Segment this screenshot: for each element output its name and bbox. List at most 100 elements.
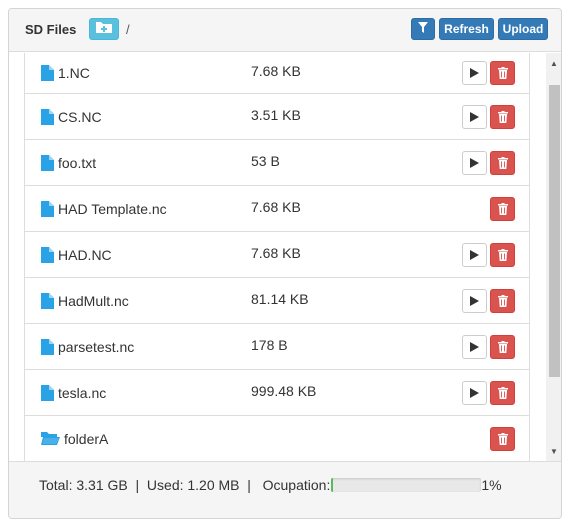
print-file-button[interactable]: [462, 61, 487, 85]
file-size: 999.48 KB: [251, 382, 317, 399]
filter-button[interactable]: [411, 18, 435, 40]
trash-icon: [497, 432, 508, 445]
occupation-label: Ocupation:: [262, 477, 331, 493]
delete-button[interactable]: [490, 104, 515, 129]
file-row[interactable]: tesla.nc 999.48 KB: [25, 370, 529, 416]
storage-info: Total: 3.31 GB | Used: 1.20 MB | Ocupati…: [39, 477, 502, 493]
file-icon: [41, 246, 54, 263]
file-size: 53 B: [251, 152, 280, 169]
file-size: 7.68 KB: [251, 244, 301, 261]
play-icon: [470, 295, 479, 306]
file-icon: [41, 338, 54, 355]
file-name: 1.NC: [41, 65, 90, 81]
play-icon: [470, 111, 479, 122]
trash-icon: [497, 156, 508, 169]
file-icon: [41, 200, 54, 217]
file-icon: [41, 292, 54, 309]
trash-icon: [497, 67, 508, 79]
occupation-progress-bar: [331, 478, 482, 492]
file-name: HAD.NC: [41, 246, 112, 263]
file-row[interactable]: parsetest.nc 178 B: [25, 324, 529, 370]
file-size: 7.68 KB: [251, 198, 301, 215]
file-name: parsetest.nc: [41, 338, 135, 355]
occupation-progress-fill: [331, 478, 334, 492]
upload-button[interactable]: Upload: [498, 18, 548, 40]
file-row[interactable]: HAD.NC 7.68 KB: [25, 232, 529, 278]
filter-icon: [418, 22, 428, 36]
print-file-button[interactable]: [462, 334, 487, 359]
used-storage: Used: 1.20 MB: [146, 477, 240, 493]
file-row[interactable]: HAD Template.nc 7.68 KB: [25, 186, 529, 232]
delete-button[interactable]: [490, 242, 515, 267]
file-name-label: folderA: [64, 430, 109, 447]
file-row[interactable]: 1.NC 7.68 KB: [25, 53, 529, 94]
sd-files-panel: SD Files / Refresh Upload 1.NC 7.68 KB CS.…: [8, 8, 562, 519]
print-file-button[interactable]: [462, 380, 487, 405]
trash-icon: [497, 110, 508, 123]
print-file-button[interactable]: [462, 104, 487, 129]
file-name: HadMult.nc: [41, 292, 129, 309]
file-list: 1.NC 7.68 KB CS.NC 3.51 KB foo.txt 53 B HAD Te…: [24, 53, 530, 461]
file-name-label: foo.txt: [58, 154, 97, 171]
current-path: /: [126, 22, 130, 37]
delete-button[interactable]: [490, 380, 515, 405]
separator: |: [239, 477, 263, 493]
new-folder-button[interactable]: [89, 18, 119, 40]
refresh-button[interactable]: Refresh: [439, 18, 494, 40]
folder-plus-icon: [95, 20, 113, 39]
total-storage: Total: 3.31 GB: [39, 477, 128, 493]
file-name-label: parsetest.nc: [58, 338, 135, 355]
scroll-down-arrow-icon[interactable]: ▼: [546, 443, 561, 459]
delete-button[interactable]: [490, 426, 515, 451]
file-name: tesla.nc: [41, 384, 107, 401]
folder-icon: [41, 431, 60, 446]
file-size: 7.68 KB: [251, 62, 301, 79]
file-row[interactable]: foo.txt 53 B: [25, 140, 529, 186]
trash-icon: [497, 386, 508, 399]
folder-row[interactable]: folderA: [25, 416, 529, 461]
file-icon: [41, 108, 54, 125]
file-row[interactable]: CS.NC 3.51 KB: [25, 94, 529, 140]
panel-footer: Total: 3.31 GB | Used: 1.20 MB | Ocupati…: [9, 461, 561, 518]
scrollbar[interactable]: ▲ ▼: [546, 53, 561, 461]
folder-link[interactable]: folderA: [41, 431, 108, 447]
scroll-up-arrow-icon[interactable]: ▲: [546, 55, 561, 71]
separator: |: [127, 477, 147, 493]
file-icon: [41, 154, 54, 171]
file-name: CS.NC: [41, 108, 102, 125]
panel-title: SD Files: [25, 22, 77, 37]
play-icon: [470, 68, 479, 78]
trash-icon: [497, 340, 508, 353]
trash-icon: [497, 294, 508, 307]
file-size: 81.14 KB: [251, 290, 309, 307]
file-name-label: tesla.nc: [58, 384, 107, 401]
file-name-label: HAD Template.nc: [58, 200, 167, 217]
scrollbar-thumb[interactable]: [549, 85, 560, 377]
print-file-button[interactable]: [462, 150, 487, 175]
file-icon: [41, 384, 54, 401]
file-name-label: HadMult.nc: [58, 292, 129, 309]
print-file-button[interactable]: [462, 288, 487, 313]
trash-icon: [497, 248, 508, 261]
print-file-button[interactable]: [462, 242, 487, 267]
file-name-label: HAD.NC: [58, 246, 112, 263]
play-icon: [470, 249, 479, 260]
delete-button[interactable]: [490, 196, 515, 221]
file-name-label: 1.NC: [58, 65, 90, 81]
file-name: foo.txt: [41, 154, 97, 171]
file-name: HAD Template.nc: [41, 200, 167, 217]
file-size: 178 B: [251, 336, 288, 353]
file-row[interactable]: HadMult.nc 81.14 KB: [25, 278, 529, 324]
delete-button[interactable]: [490, 150, 515, 175]
occupation-percent: 1%: [481, 477, 502, 493]
trash-icon: [497, 202, 508, 215]
file-icon: [41, 65, 54, 81]
play-icon: [470, 157, 479, 168]
file-size: 3.51 KB: [251, 106, 301, 123]
delete-button[interactable]: [490, 61, 515, 85]
panel-header: SD Files / Refresh Upload: [9, 9, 561, 52]
delete-button[interactable]: [490, 288, 515, 313]
play-icon: [470, 387, 479, 398]
file-name-label: CS.NC: [58, 108, 102, 125]
delete-button[interactable]: [490, 334, 515, 359]
